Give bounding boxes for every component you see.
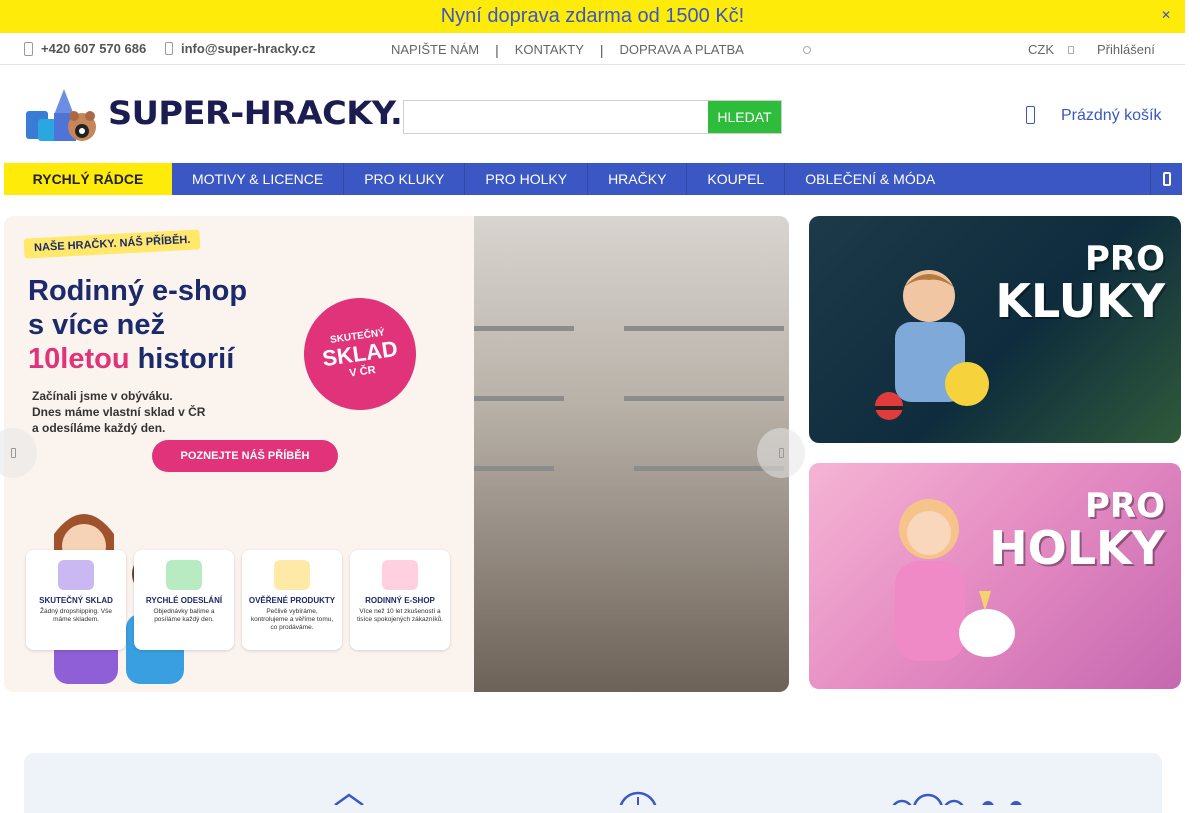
promo-card-line-2: KLUKY [995, 274, 1165, 328]
more-icon[interactable] [803, 46, 811, 54]
promo-card-title: PRO HOLKY [989, 485, 1165, 575]
badge-icon [619, 791, 657, 805]
shelf [624, 396, 784, 401]
cart-icon[interactable] [1026, 106, 1035, 124]
benefit-card: SKUTEČNÝ SKLAD Žádný dropshipping. Vše m… [26, 550, 126, 650]
promo-card-line-2: HOLKY [989, 521, 1165, 575]
divider: | [495, 41, 499, 58]
email-address: info@super-hracky.cz [181, 41, 316, 56]
truck-icon [166, 560, 202, 590]
nav-item-obleceni[interactable]: OBLEČENÍ & MÓDA [785, 163, 955, 195]
hero-cta-button[interactable]: POZNEJTE NÁŠ PŘÍBĚH [152, 440, 338, 472]
top-bar: +420 607 570 686 info@super-hracky.cz NA… [0, 33, 1185, 65]
headline-line-1: Rodinný e-shop [28, 275, 248, 307]
chevron-down-icon [1068, 45, 1074, 54]
benefit-title: SKUTEČNÝ SKLAD [39, 596, 113, 605]
chevron-left-icon [10, 448, 16, 458]
link-napiste-nam[interactable]: NAPIŠTE NÁM [391, 42, 479, 57]
benefit-desc: Žádný dropshipping. Vše máme skladem. [40, 608, 112, 623]
search-input[interactable] [403, 100, 709, 134]
nav-fast-advisor[interactable]: RYCHLÝ RÁDCE [4, 163, 172, 195]
phone-contact[interactable]: +420 607 570 686 [24, 41, 146, 56]
nav-item-motivy[interactable]: MOTIVY & LICENCE [172, 163, 345, 195]
heart-icon [382, 560, 418, 590]
benefit-desc: Více než 10 let zkušeností a tisíce spok… [357, 608, 443, 623]
nav-item-hracky[interactable]: HRAČKY [588, 163, 688, 195]
hero-headline: Rodinný e-shop s více než 10letou histor… [28, 274, 348, 376]
benefit-title: RYCHLÉ ODESLÁNÍ [145, 596, 223, 605]
promo-text: Nyní doprava zdarma od 1500 Kč! [440, 5, 745, 27]
promo-card-boys[interactable]: PRO KLUKY [809, 216, 1181, 443]
hero-banner[interactable]: NAŠE HRAČKY. NÁŠ PŘÍBĚH. Rodinný e-shop … [4, 216, 789, 692]
nav-more-button[interactable] [1150, 163, 1182, 195]
family-icon [892, 793, 1022, 805]
headline-accent: 10letou [28, 343, 130, 375]
warehouse-icon [58, 560, 94, 590]
link-doprava-a-platba[interactable]: DOPRAVA A PLATBA [620, 42, 744, 57]
logo-text[interactable]: SUPER-HRACKY.CZ [108, 94, 451, 132]
search-button[interactable]: HLEDAT [708, 100, 782, 134]
hero-benefit-cards: SKUTEČNÝ SKLAD Žádný dropshipping. Vše m… [26, 550, 450, 650]
benefit-card: RYCHLÉ ODESLÁNÍ Objednávky balíme a posí… [134, 550, 234, 650]
promo-card-title: PRO KLUKY [995, 238, 1165, 328]
benefit-desc: Objednávky balíme a posíláme každý den. [153, 608, 215, 623]
link-kontakty[interactable]: KONTAKTY [515, 42, 584, 57]
headline-line-3: historií [137, 343, 235, 375]
top-links: NAPIŠTE NÁM | KONTAKTY | DOPRAVA A PLATB… [391, 42, 744, 57]
benefit-title: RODINNÝ E-SHOP [365, 596, 435, 605]
close-icon[interactable]: ✕ [1161, 8, 1171, 22]
subtext-line-3: a odesíláme každý den. [32, 421, 166, 435]
mail-icon [165, 42, 173, 55]
slider-next-button[interactable] [757, 428, 805, 478]
box-icon [334, 793, 364, 805]
chevron-right-icon [778, 448, 784, 458]
benefit-card: RODINNÝ E-SHOP Více než 10 let zkušenost… [350, 550, 450, 650]
medal-icon [274, 560, 310, 590]
badge-line-3: V ČR [348, 363, 377, 380]
phone-number: +420 607 570 686 [41, 41, 147, 56]
nav-fast-label: RYCHLÝ RÁDCE [32, 171, 144, 187]
boy-illustration [875, 270, 989, 420]
subtext-line-1: Začínali jsme v obýváku. [32, 389, 173, 403]
promo-card-girls[interactable]: PRO HOLKY [809, 463, 1181, 689]
login-link[interactable]: Přihlášení [1097, 42, 1155, 57]
phone-icon [24, 41, 33, 56]
email-contact[interactable]: info@super-hracky.cz [165, 41, 316, 56]
promo-bar: Nyní doprava zdarma od 1500 Kč! ✕ [0, 0, 1185, 33]
cart-link[interactable]: Prázdný košík [1061, 107, 1161, 125]
nav-item-pro-kluky[interactable]: PRO KLUKY [344, 163, 466, 195]
subtext-line-2: Dnes máme vlastní sklad v ČR [32, 405, 206, 419]
divider: | [599, 41, 604, 58]
menu-icon [1162, 172, 1171, 186]
shelf [624, 326, 784, 331]
benefit-card: OVĚŘENÉ PRODUKTY Pečlivě vybíráme, kontr… [242, 550, 342, 650]
nav-item-pro-holky[interactable]: PRO HOLKY [465, 163, 589, 195]
currency-select[interactable]: CZK [1028, 42, 1074, 57]
main-nav: RYCHLÝ RÁDCE MOTIVY & LICENCE PRO KLUKY … [4, 163, 1182, 195]
hero-subtext: Začínali jsme v obýváku. Dnes máme vlast… [32, 388, 292, 436]
features-strip [24, 753, 1162, 813]
benefit-desc: Pečlivě vybíráme, kontrolujeme a věříme … [250, 608, 334, 631]
currency-value: CZK [1028, 42, 1054, 57]
hero-cta-label: POZNEJTE NÁŠ PŘÍBĚH [180, 450, 310, 462]
benefit-title: OVĚŘENÉ PRODUKTY [248, 596, 336, 605]
headline-line-2: s více než [28, 309, 166, 341]
nav-item-koupel[interactable]: KOUPEL [687, 163, 786, 195]
